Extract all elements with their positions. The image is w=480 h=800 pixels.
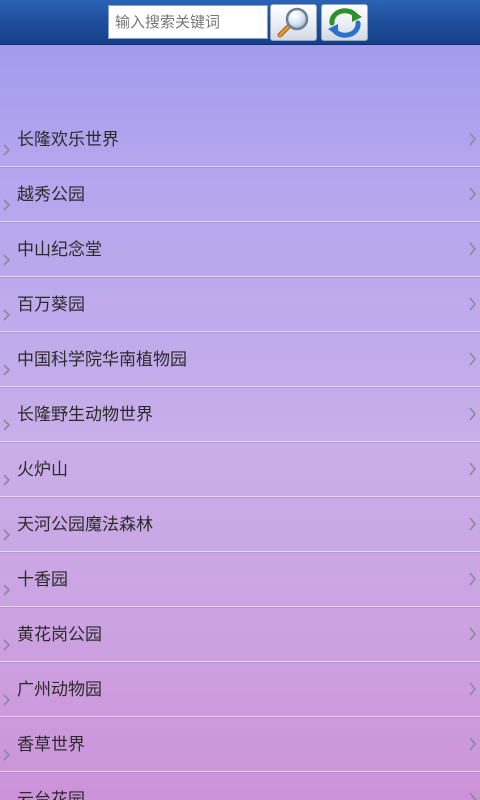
search-button[interactable] bbox=[270, 4, 317, 41]
chevron-right-icon bbox=[469, 792, 477, 800]
list-item-label: 越秀公园 bbox=[17, 185, 85, 205]
chevron-right-icon bbox=[3, 309, 11, 321]
chevron-right-icon bbox=[3, 749, 11, 761]
chevron-right-icon bbox=[469, 737, 477, 751]
list-item-label: 香草世界 bbox=[17, 735, 85, 755]
list-item-label: 火炉山 bbox=[17, 460, 68, 480]
list-item[interactable]: 长隆欢乐世界 bbox=[0, 112, 480, 167]
list-item[interactable]: 中国科学院华南植物园 bbox=[0, 332, 480, 387]
list-item-label: 云台花园 bbox=[17, 790, 85, 800]
list-item-label: 中山纪念堂 bbox=[17, 240, 102, 260]
top-toolbar bbox=[0, 0, 480, 45]
chevron-right-icon bbox=[3, 694, 11, 706]
chevron-right-icon bbox=[3, 529, 11, 541]
chevron-right-icon bbox=[469, 242, 477, 256]
chevron-right-icon bbox=[469, 682, 477, 696]
list-item-label: 长隆野生动物世界 bbox=[17, 405, 153, 425]
chevron-right-icon bbox=[3, 639, 11, 651]
chevron-right-icon bbox=[469, 462, 477, 476]
chevron-right-icon bbox=[469, 572, 477, 586]
list-item-label: 长隆欢乐世界 bbox=[17, 130, 119, 150]
chevron-right-icon bbox=[3, 144, 11, 156]
chevron-right-icon bbox=[469, 407, 477, 421]
list-item[interactable]: 中山纪念堂 bbox=[0, 222, 480, 277]
attraction-list: 长隆欢乐世界 越秀公园中山纪念堂百万葵园中国科学院华南植物园 长隆野生动物世界 火炉山… bbox=[0, 112, 480, 800]
list-item-label: 十香园 bbox=[17, 570, 68, 590]
chevron-right-icon bbox=[3, 474, 11, 486]
list-item-label: 广州动物园 bbox=[17, 680, 102, 700]
list-item-label: 中国科学院华南植物园 bbox=[17, 350, 187, 370]
chevron-right-icon bbox=[469, 187, 477, 201]
chevron-right-icon bbox=[3, 199, 11, 211]
search-input[interactable] bbox=[108, 5, 268, 39]
chevron-right-icon bbox=[3, 254, 11, 266]
magnifier-icon bbox=[277, 7, 308, 37]
list-item[interactable]: 天河公园魔法森林 bbox=[0, 497, 480, 552]
refresh-icon bbox=[327, 7, 362, 38]
list-item[interactable]: 香草世界 bbox=[0, 717, 480, 772]
list-item-label: 天河公园魔法森林 bbox=[17, 515, 153, 535]
list-item[interactable]: 百万葵园 bbox=[0, 277, 480, 332]
chevron-right-icon bbox=[469, 297, 477, 311]
list-item[interactable]: 广州动物园 bbox=[0, 662, 480, 717]
list-item[interactable]: 十香园 bbox=[0, 552, 480, 607]
chevron-right-icon bbox=[469, 352, 477, 366]
list-item[interactable]: 长隆野生动物世界 bbox=[0, 387, 480, 442]
chevron-right-icon bbox=[3, 419, 11, 431]
list-item[interactable]: 火炉山 bbox=[0, 442, 480, 497]
chevron-right-icon bbox=[469, 132, 477, 146]
list-item-label: 黄花岗公园 bbox=[17, 625, 102, 645]
list-item[interactable]: 黄花岗公园 bbox=[0, 607, 480, 662]
refresh-button[interactable] bbox=[321, 4, 368, 41]
list-item[interactable]: 越秀公园 bbox=[0, 167, 480, 222]
chevron-right-icon bbox=[3, 364, 11, 376]
chevron-right-icon bbox=[469, 517, 477, 531]
chevron-right-icon bbox=[3, 584, 11, 596]
chevron-right-icon bbox=[469, 627, 477, 641]
list-item-label: 百万葵园 bbox=[17, 295, 85, 315]
list-item[interactable]: 云台花园 bbox=[0, 772, 480, 800]
